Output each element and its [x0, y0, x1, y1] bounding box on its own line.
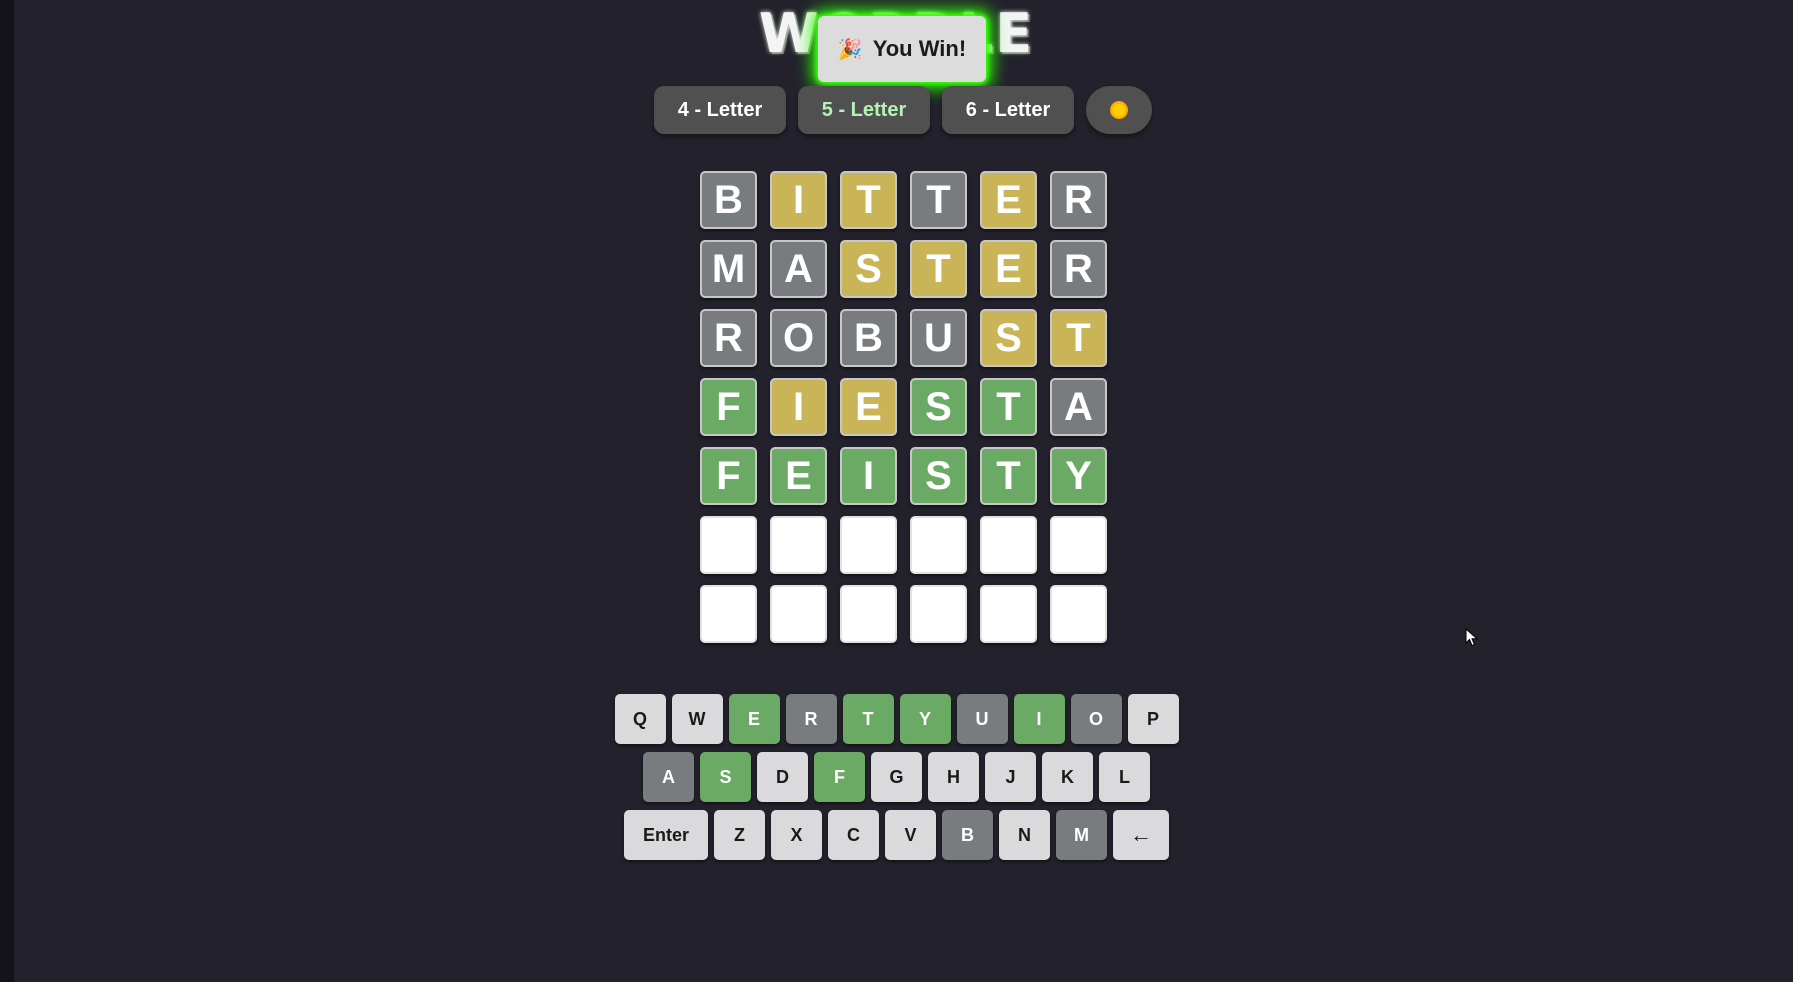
board-tile: Y — [1050, 447, 1107, 505]
key-y[interactable]: Y — [899, 694, 951, 744]
key-o[interactable]: O — [1070, 694, 1122, 744]
board-tile: A — [1050, 378, 1107, 436]
party-popper-icon: 🎉 — [837, 38, 863, 61]
key-p[interactable]: P — [1127, 694, 1179, 744]
board-tile: U — [910, 309, 967, 367]
key-h[interactable]: H — [928, 752, 979, 802]
board-tile: S — [910, 378, 967, 436]
key-z[interactable]: Z — [714, 810, 765, 860]
key-v[interactable]: V — [885, 810, 936, 860]
board-row: ROBUST — [700, 309, 1120, 367]
board-row — [700, 516, 1120, 574]
board-tile — [910, 516, 967, 574]
key-x[interactable]: X — [771, 810, 822, 860]
key-k[interactable]: K — [1042, 752, 1093, 802]
board-tile: R — [1050, 171, 1107, 229]
board-tile: E — [980, 171, 1037, 229]
board-tile: T — [980, 447, 1037, 505]
key-n[interactable]: N — [999, 810, 1050, 860]
game-board: BITTERMASTERROBUSTFIESTAFEISTY — [700, 171, 1120, 654]
board-tile: B — [700, 171, 757, 229]
key-a[interactable]: A — [643, 752, 694, 802]
key-l[interactable]: L — [1099, 752, 1150, 802]
board-tile — [1050, 585, 1107, 643]
board-row: FEISTY — [700, 447, 1120, 505]
board-tile: A — [770, 240, 827, 298]
board-tile: S — [910, 447, 967, 505]
enter-key[interactable]: Enter — [624, 810, 708, 860]
key-u[interactable]: U — [956, 694, 1008, 744]
key-s[interactable]: S — [700, 752, 751, 802]
board-tile: T — [910, 171, 967, 229]
board-tile: E — [980, 240, 1037, 298]
board-tile — [980, 585, 1037, 643]
sun-icon — [1110, 101, 1128, 119]
board-tile: B — [840, 309, 897, 367]
on-screen-keyboard: QWERTYUIOP ASDFGHJKL Enter Z X C V B N M ← — [0, 694, 1793, 868]
board-tile: S — [840, 240, 897, 298]
key-d[interactable]: D — [757, 752, 808, 802]
board-tile: E — [840, 378, 897, 436]
key-g[interactable]: G — [871, 752, 922, 802]
board-tile: I — [770, 171, 827, 229]
key-e[interactable]: E — [728, 694, 780, 744]
keyboard-row-1: QWERTYUIOP — [0, 694, 1793, 744]
board-tile — [700, 516, 757, 574]
board-tile — [770, 585, 827, 643]
board-tile: I — [770, 378, 827, 436]
board-row: MASTER — [700, 240, 1120, 298]
board-tile: F — [700, 378, 757, 436]
board-tile: T — [910, 240, 967, 298]
board-tile: T — [840, 171, 897, 229]
key-j[interactable]: J — [985, 752, 1036, 802]
board-tile — [1050, 516, 1107, 574]
win-toast: 🎉 You Win! — [818, 16, 986, 82]
key-r[interactable]: R — [785, 694, 837, 744]
backspace-key[interactable]: ← — [1113, 810, 1169, 860]
board-tile: S — [980, 309, 1037, 367]
keyboard-row-3: Enter Z X C V B N M ← — [0, 810, 1793, 860]
board-tile: I — [840, 447, 897, 505]
mode-selector: 4 - Letter 5 - Letter 6 - Letter — [654, 86, 1152, 134]
theme-toggle-button[interactable] — [1086, 86, 1152, 134]
key-c[interactable]: C — [828, 810, 879, 860]
mouse-cursor-icon — [1465, 628, 1479, 647]
board-tile: O — [770, 309, 827, 367]
mode-5-letter-button[interactable]: 5 - Letter — [798, 86, 930, 134]
key-t[interactable]: T — [842, 694, 894, 744]
key-w[interactable]: W — [671, 694, 723, 744]
board-tile — [840, 516, 897, 574]
board-tile — [910, 585, 967, 643]
board-row: FIESTA — [700, 378, 1120, 436]
board-tile: R — [1050, 240, 1107, 298]
board-tile: T — [1050, 309, 1107, 367]
board-tile: E — [770, 447, 827, 505]
board-tile: T — [980, 378, 1037, 436]
mode-6-letter-button[interactable]: 6 - Letter — [942, 86, 1074, 134]
board-tile — [700, 585, 757, 643]
key-f[interactable]: F — [814, 752, 865, 802]
key-i[interactable]: I — [1013, 694, 1065, 744]
board-tile: F — [700, 447, 757, 505]
board-tile — [980, 516, 1037, 574]
board-tile — [840, 585, 897, 643]
board-tile: R — [700, 309, 757, 367]
key-q[interactable]: Q — [614, 694, 666, 744]
keyboard-row-2: ASDFGHJKL — [0, 752, 1793, 802]
board-row — [700, 585, 1120, 643]
board-row: BITTER — [700, 171, 1120, 229]
win-toast-text: You Win! — [872, 36, 967, 61]
mode-4-letter-button[interactable]: 4 - Letter — [654, 86, 786, 134]
board-tile: M — [700, 240, 757, 298]
board-tile — [770, 516, 827, 574]
key-m[interactable]: M — [1056, 810, 1107, 860]
key-b[interactable]: B — [942, 810, 993, 860]
